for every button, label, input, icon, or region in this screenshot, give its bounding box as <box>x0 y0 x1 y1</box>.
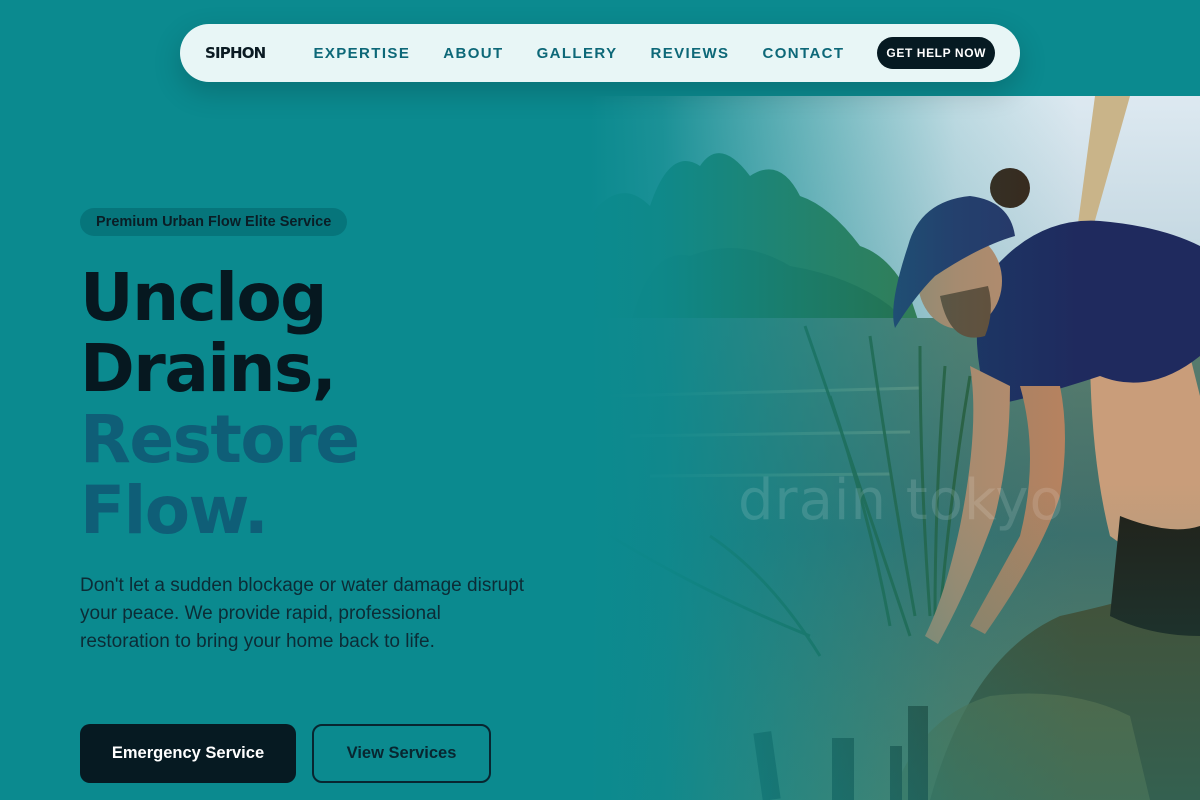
service-badge: Premium Urban Flow Elite Service <box>80 208 348 236</box>
nav-link-expertise[interactable]: EXPERTISE <box>313 45 410 62</box>
headline-line-3: Restore <box>80 401 360 478</box>
top-navbar: SIPHON EXPERTISE ABOUT GALLERY REVIEWS C… <box>180 24 1020 82</box>
hero-image-fade <box>590 96 1200 800</box>
headline-line-1: Unclog <box>80 259 327 336</box>
headline-line-2: Drains, <box>80 330 337 407</box>
headline-line-4: Flow. <box>80 472 269 549</box>
hero-description: Don't let a sudden blockage or water dam… <box>80 575 525 652</box>
get-help-now-button[interactable]: GET HELP NOW <box>877 37 995 69</box>
emergency-service-button[interactable]: Emergency Service <box>80 724 296 783</box>
nav-link-reviews[interactable]: REVIEWS <box>650 45 729 62</box>
view-services-button[interactable]: View Services <box>312 724 491 783</box>
hero-headline: Unclog Drains, Restore Flow. <box>80 259 360 549</box>
image-watermark: drain tokyo <box>738 468 1065 533</box>
hero-image: drain tokyo <box>590 96 1200 800</box>
brand-logo[interactable]: SIPHON <box>205 44 266 62</box>
nav-link-about[interactable]: ABOUT <box>443 45 503 62</box>
nav-links: EXPERTISE ABOUT GALLERY REVIEWS CONTACT <box>313 45 877 62</box>
nav-link-gallery[interactable]: GALLERY <box>537 45 618 62</box>
nav-link-contact[interactable]: CONTACT <box>762 45 844 62</box>
